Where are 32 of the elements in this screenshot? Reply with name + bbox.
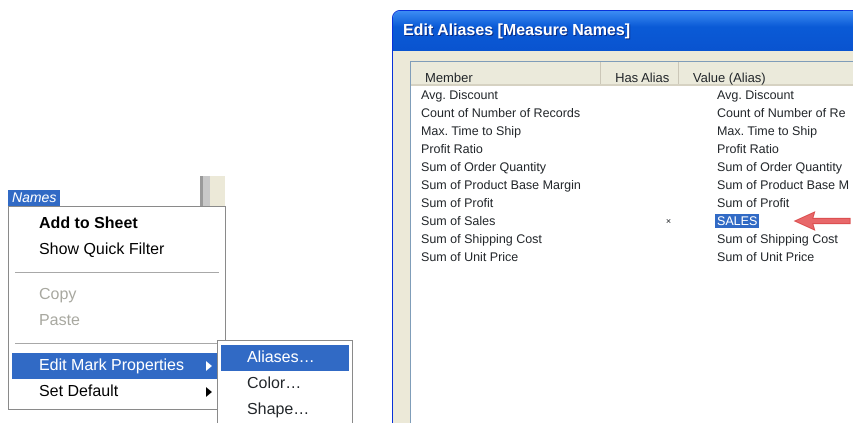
menu-item[interactable]: Show Quick Filter <box>12 237 222 263</box>
table-cell[interactable]: Max. Time to Ship <box>715 124 820 138</box>
table-cell-text: Count of Number of Records <box>420 105 582 122</box>
column-header[interactable]: Value (Alias) <box>678 62 853 84</box>
table-cell[interactable]: Avg. Discount <box>715 88 796 102</box>
menu-item[interactable]: Set Default <box>12 379 222 405</box>
table-cell[interactable]: SALES <box>715 214 760 228</box>
menu-item[interactable]: Add to Sheet <box>12 211 222 237</box>
table-cell[interactable]: Sum of Profit <box>715 196 792 210</box>
table-cell[interactable]: Count of Number of Re <box>715 106 848 120</box>
dialog-title: Edit Aliases [Measure Names] <box>393 11 853 51</box>
table-cell-text: Sum of Unit Price <box>420 249 520 266</box>
field-pill[interactable]: Names <box>8 190 60 207</box>
menu-item[interactable]: Aliases… <box>221 345 349 371</box>
table-cell-text: Sum of Profit <box>420 195 494 212</box>
table-cell-text: Sum of Shipping Cost <box>420 231 543 248</box>
table-cell[interactable]: Sum of Shipping Cost <box>715 232 840 246</box>
table-cell[interactable]: Profit Ratio <box>715 142 781 156</box>
table-cell[interactable]: Sum of Unit Price <box>715 250 816 264</box>
column-header[interactable]: Has Alias <box>601 62 679 84</box>
table-cell-text: Sum of Sales <box>420 213 496 230</box>
table-cell-text: Avg. Discount <box>420 87 499 104</box>
table-cell[interactable]: Sum of Order Quantity <box>715 160 844 174</box>
table-cell-text: Profit Ratio <box>420 141 484 158</box>
table-cell-text: Sum of Product Base Margin <box>420 177 582 194</box>
table-cell[interactable]: Sum of Product Base M <box>715 178 852 192</box>
menu-item[interactable]: Color… <box>221 371 349 397</box>
table-cell-text: Max. Time to Ship <box>420 123 522 140</box>
menu-item[interactable]: Shape… <box>221 397 349 423</box>
table-cell-text: Sum of Order Quantity <box>420 159 548 176</box>
column-header[interactable]: Member <box>411 62 602 84</box>
alias-mark: × <box>664 215 672 228</box>
